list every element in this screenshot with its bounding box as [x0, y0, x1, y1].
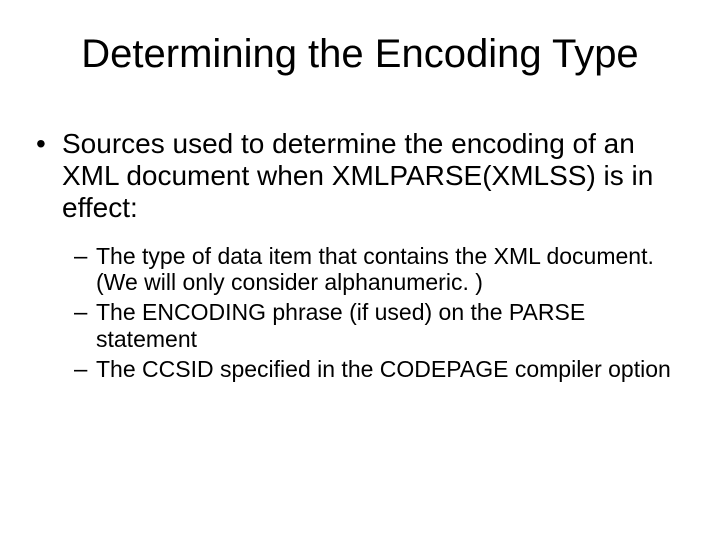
bullet-level1: Sources used to determine the encoding o… — [36, 128, 684, 225]
bullet-level2-group: The type of data item that contains the … — [74, 243, 684, 383]
slide-title: Determining the Encoding Type — [36, 32, 684, 76]
bullet-level2: The CCSID specified in the CODEPAGE comp… — [74, 356, 684, 382]
slide: Determining the Encoding Type Sources us… — [0, 0, 720, 540]
bullet-level2: The type of data item that contains the … — [74, 243, 684, 296]
bullet-level2: The ENCODING phrase (if used) on the PAR… — [74, 299, 684, 352]
